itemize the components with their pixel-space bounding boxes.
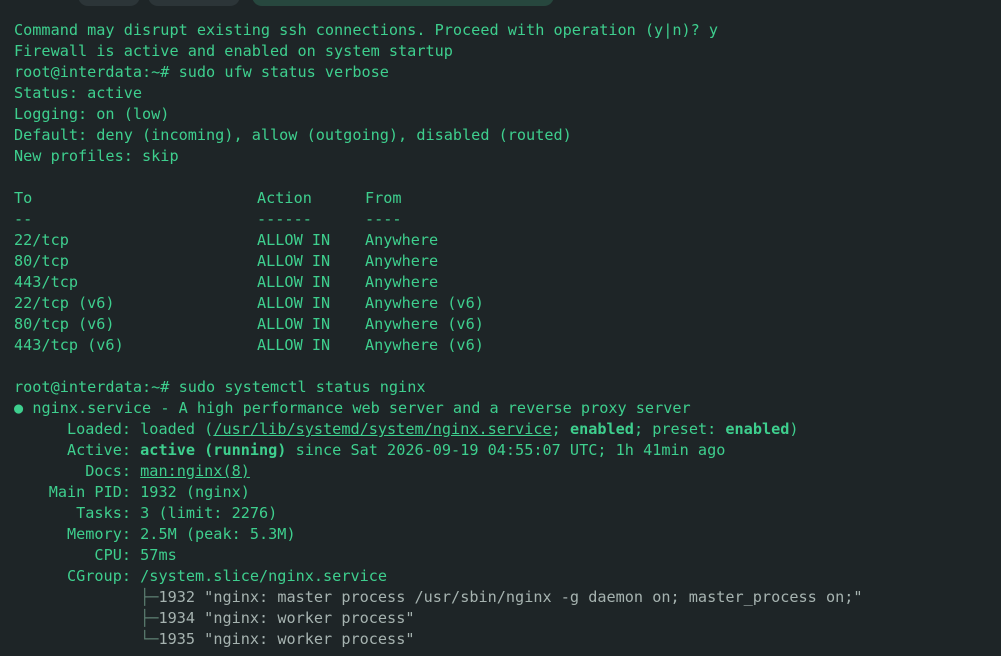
ufw-logging-line: Logging: on (low) — [14, 105, 170, 123]
table-separator: -- ------ ---- — [14, 209, 1001, 230]
tree-branch-icon: ├─ — [140, 588, 159, 606]
loaded-line: Loaded: loaded (/usr/lib/systemd/system/… — [14, 419, 1001, 440]
memory-label: Memory: — [66, 525, 131, 543]
column-header-to: To — [14, 189, 33, 207]
tree-branch-icon: ├─ — [140, 609, 159, 627]
process-tree-item: ├─1934 "nginx: worker process" — [14, 608, 1001, 629]
process-tree-item: ├─1932 "nginx: master process /usr/sbin/… — [14, 587, 1001, 608]
table-row: 443/tcp (v6) ALLOW IN Anywhere (v6) — [14, 335, 1001, 356]
terminal-tab-2[interactable] — [148, 0, 240, 6]
rule-action: ALLOW IN — [257, 231, 331, 249]
command-line-ufw: root@interdata:~# sudo ufw status verbos… — [14, 62, 1001, 83]
rule-action: ALLOW IN — [257, 315, 331, 333]
rule-to: 80/tcp (v6) — [14, 315, 115, 333]
rule-from: Anywhere (v6) — [365, 294, 484, 312]
ufw-profiles-line: New profiles: skip — [14, 147, 179, 165]
table-row: 22/tcp ALLOW IN Anywhere — [14, 230, 1001, 251]
preset-prefix: ; preset: — [633, 420, 726, 438]
terminal-output[interactable]: Command may disrupt existing ssh connect… — [14, 20, 1001, 650]
terminal-tab-1[interactable] — [78, 0, 140, 6]
active-state: active (running) — [140, 441, 287, 459]
loaded-prefix: loaded ( — [140, 420, 214, 438]
shell-prompt: root@interdata:~# — [14, 378, 170, 396]
rule-from: Anywhere — [365, 252, 439, 270]
table-row: 80/tcp (v6) ALLOW IN Anywhere (v6) — [14, 314, 1001, 335]
rule-action: ALLOW IN — [257, 336, 331, 354]
loaded-label: Loaded: — [66, 420, 131, 438]
ufw-rules-table: To Action From -- ------ ---- 22/tcp ALLOW IN… — [14, 188, 1001, 356]
command-text: sudo ufw status verbose — [178, 63, 389, 81]
rule-to: 80/tcp — [14, 252, 69, 270]
cpu-value: 57ms — [140, 546, 177, 564]
main-pid-value: 1932 (nginx) — [140, 483, 250, 501]
cpu-line: CPU: 57ms — [14, 545, 1001, 566]
rule-action: ALLOW IN — [257, 294, 331, 312]
tree-branch-icon: └─ — [140, 630, 159, 648]
rule-from: Anywhere — [365, 231, 439, 249]
table-header: To Action From — [14, 188, 1001, 209]
active-line: Active: active (running) since Sat 2026-… — [14, 440, 1001, 461]
firewall-active-line: Firewall is active and enabled on system… — [14, 42, 453, 60]
nginx-status: ● nginx.service - A high performance web… — [14, 398, 1001, 650]
rule-to: 22/tcp — [14, 231, 69, 249]
command-text: sudo systemctl status nginx — [178, 378, 426, 396]
rule-from: Anywhere (v6) — [365, 336, 484, 354]
rule-to: 22/tcp (v6) — [14, 294, 115, 312]
process-tree-item: └─1935 "nginx: worker process" — [14, 629, 1001, 650]
terminal-tab-bar — [0, 0, 1001, 8]
service-title: nginx.service - A high performance web s… — [32, 399, 691, 417]
active-label: Active: — [66, 441, 131, 459]
memory-line: Memory: 2.5M (peak: 5.3M) — [14, 524, 1001, 545]
cgroup-line: CGroup: /system.slice/nginx.service — [14, 566, 1001, 587]
docs-link[interactable]: man:nginx(8) — [140, 462, 250, 480]
main-pid-label: Main PID: — [48, 483, 131, 501]
ufw-default-line: Default: deny (incoming), allow (outgoin… — [14, 126, 572, 144]
docs-label: Docs: — [85, 462, 131, 480]
process-text: 1934 "nginx: worker process" — [158, 609, 415, 627]
cpu-label: CPU: — [94, 546, 131, 564]
memory-value: 2.5M (peak: 5.3M) — [140, 525, 296, 543]
confirm-line: Command may disrupt existing ssh connect… — [14, 21, 719, 39]
separator-action: ------ — [257, 210, 312, 228]
ufw-status-line: Status: active — [14, 84, 143, 102]
cgroup-label: CGroup: — [66, 567, 131, 585]
column-header-action: Action — [257, 189, 312, 207]
command-line-systemctl: root@interdata:~# sudo systemctl status … — [14, 377, 1001, 398]
rule-to: 443/tcp — [14, 273, 79, 291]
rule-from: Anywhere (v6) — [365, 315, 484, 333]
tasks-value: 3 (limit: 2276) — [140, 504, 278, 522]
preset-state: enabled — [725, 420, 790, 438]
shell-prompt: root@interdata:~# — [14, 63, 170, 81]
cgroup-value: /system.slice/nginx.service — [140, 567, 388, 585]
docs-line: Docs: man:nginx(8) — [14, 461, 1001, 482]
table-row: 443/tcp ALLOW IN Anywhere — [14, 272, 1001, 293]
service-title-line: ● nginx.service - A high performance web… — [14, 398, 1001, 419]
loaded-separator: ; — [551, 420, 570, 438]
rule-action: ALLOW IN — [257, 273, 331, 291]
separator-from: ---- — [365, 210, 402, 228]
rule-to: 443/tcp (v6) — [14, 336, 124, 354]
loaded-suffix: ) — [789, 420, 799, 438]
terminal-tab-active[interactable] — [252, 0, 554, 6]
table-row: 80/tcp ALLOW IN Anywhere — [14, 251, 1001, 272]
unit-file-link[interactable]: /usr/lib/systemd/system/nginx.service — [213, 420, 551, 438]
column-header-from: From — [365, 189, 402, 207]
active-since: since Sat 2026-09-19 04:55:07 UTC; 1h 41… — [286, 441, 726, 459]
main-pid-line: Main PID: 1932 (nginx) — [14, 482, 1001, 503]
rule-action: ALLOW IN — [257, 252, 331, 270]
status-dot-icon: ● — [14, 399, 24, 417]
separator-to: -- — [14, 210, 33, 228]
process-text: 1935 "nginx: worker process" — [158, 630, 415, 648]
table-row: 22/tcp (v6) ALLOW IN Anywhere (v6) — [14, 293, 1001, 314]
process-text: 1932 "nginx: master process /usr/sbin/ng… — [158, 588, 863, 606]
enabled-state: enabled — [569, 420, 634, 438]
rule-from: Anywhere — [365, 273, 439, 291]
tasks-label: Tasks: — [76, 504, 131, 522]
tasks-line: Tasks: 3 (limit: 2276) — [14, 503, 1001, 524]
